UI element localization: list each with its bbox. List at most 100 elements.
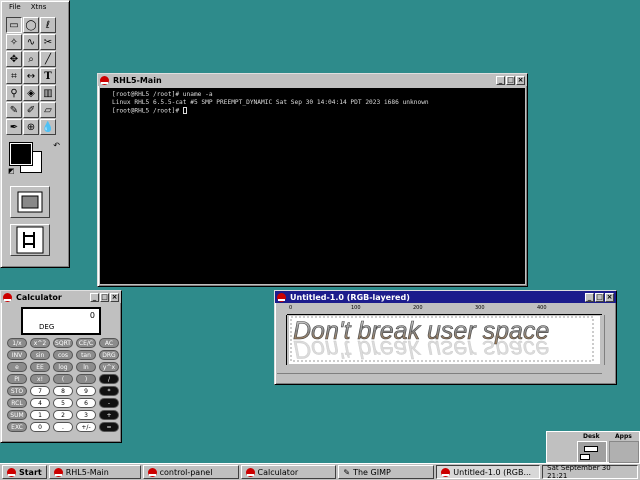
calc-key[interactable]: y^x bbox=[99, 362, 119, 372]
horizontal-ruler[interactable]: 0 100 200 300 400 bbox=[287, 305, 602, 315]
scissors-icon[interactable]: ✂ bbox=[40, 34, 56, 50]
calc-key[interactable]: sin bbox=[30, 350, 50, 360]
close-icon[interactable]: × bbox=[110, 292, 119, 302]
calc-key[interactable]: / bbox=[99, 374, 119, 384]
calc-key[interactable]: e bbox=[7, 362, 27, 372]
maximize-icon[interactable]: □ bbox=[595, 292, 604, 302]
redhat-menu-icon[interactable] bbox=[3, 292, 12, 302]
blend-icon[interactable]: ▥ bbox=[40, 85, 56, 101]
move-icon[interactable]: ✥ bbox=[6, 51, 22, 67]
paintbrush-icon[interactable]: ✐ bbox=[23, 102, 39, 118]
swap-colors-icon[interactable]: ↶ bbox=[53, 141, 60, 150]
vertical-ruler[interactable] bbox=[277, 315, 287, 365]
convolve-icon[interactable]: 💧 bbox=[40, 119, 56, 135]
maximize-icon[interactable]: □ bbox=[506, 75, 515, 85]
calc-key[interactable]: 1/x bbox=[7, 338, 27, 348]
maximize-icon[interactable]: □ bbox=[100, 292, 109, 302]
calc-key[interactable]: 1 bbox=[30, 410, 50, 420]
calc-key[interactable]: . bbox=[53, 422, 73, 432]
clone-icon[interactable]: ⊕ bbox=[23, 119, 39, 135]
calc-key[interactable]: ln bbox=[76, 362, 96, 372]
eraser-icon[interactable]: ▱ bbox=[40, 102, 56, 118]
reset-colors-icon[interactable]: ◩ bbox=[8, 167, 15, 175]
terminal-titlebar[interactable]: RHL5-Main _ □ × bbox=[98, 74, 527, 86]
task-untitled-image[interactable]: Untitled-1.0 (RGB... bbox=[436, 465, 541, 479]
menu-file[interactable]: File bbox=[9, 3, 21, 13]
pager-tab-desk[interactable]: Desk bbox=[583, 433, 600, 440]
calc-key[interactable]: log bbox=[53, 362, 73, 372]
calc-key[interactable]: 5 bbox=[53, 398, 73, 408]
terminal-output[interactable]: [root@RHL5 /root]# uname -a Linux RHL5 6.… bbox=[100, 88, 525, 284]
close-icon[interactable]: × bbox=[605, 292, 614, 302]
calc-key[interactable]: DRG bbox=[99, 350, 119, 360]
airbrush-icon[interactable]: ✒ bbox=[6, 119, 22, 135]
calc-key[interactable]: EE bbox=[30, 362, 50, 372]
calc-key[interactable]: CE/C bbox=[76, 338, 96, 348]
toolbox-menubar: File Xtns bbox=[1, 1, 69, 15]
redhat-menu-icon[interactable] bbox=[277, 292, 286, 302]
menu-xtns[interactable]: Xtns bbox=[31, 3, 47, 13]
calc-key[interactable]: 0 bbox=[30, 422, 50, 432]
calc-key[interactable]: x^2 bbox=[30, 338, 50, 348]
calc-key[interactable]: INV bbox=[7, 350, 27, 360]
calc-key[interactable]: + bbox=[99, 410, 119, 420]
pencil-line-icon[interactable]: ╱ bbox=[40, 51, 56, 67]
task-control-panel[interactable]: control-panel bbox=[142, 465, 239, 479]
bucket-fill-icon[interactable]: ◈ bbox=[23, 85, 39, 101]
image-titlebar[interactable]: Untitled-1.0 (RGB-layered) _ □ × bbox=[275, 291, 616, 303]
minimize-icon[interactable]: _ bbox=[585, 292, 594, 302]
bezier-icon[interactable]: ∿ bbox=[23, 34, 39, 50]
image-horizontal-scrollbar[interactable] bbox=[277, 373, 602, 381]
calc-key[interactable]: cos bbox=[53, 350, 73, 360]
desktop-network-icon[interactable] bbox=[10, 224, 50, 256]
calc-key[interactable]: EXC bbox=[7, 422, 27, 432]
pencil-icon[interactable]: ✎ bbox=[6, 102, 22, 118]
calc-key[interactable]: = bbox=[99, 422, 119, 432]
magnify-icon[interactable]: ⌕ bbox=[23, 51, 39, 67]
calculator-titlebar[interactable]: Calculator _ □ × bbox=[1, 291, 121, 303]
rect-select-icon[interactable]: ▭ bbox=[6, 17, 22, 33]
image-vertical-scrollbar[interactable] bbox=[604, 315, 614, 365]
calc-key[interactable]: tan bbox=[76, 350, 96, 360]
calc-key[interactable]: PI bbox=[7, 374, 27, 384]
ellipse-select-icon[interactable]: ◯ bbox=[23, 17, 39, 33]
calc-key[interactable]: STO bbox=[7, 386, 27, 396]
calc-key[interactable]: 9 bbox=[76, 386, 96, 396]
magic-wand-icon[interactable]: ✧ bbox=[6, 34, 22, 50]
calc-key[interactable]: SQRT bbox=[53, 338, 73, 348]
start-button[interactable]: Start bbox=[2, 465, 47, 479]
calc-key[interactable]: SUM bbox=[7, 410, 27, 420]
calc-key[interactable]: 7 bbox=[30, 386, 50, 396]
calc-key[interactable]: ) bbox=[76, 374, 96, 384]
calc-key[interactable]: 4 bbox=[30, 398, 50, 408]
task-rhl5-main[interactable]: RHL5-Main bbox=[48, 465, 141, 479]
flip-icon[interactable]: ↔ bbox=[23, 68, 39, 84]
calc-key[interactable]: 2 bbox=[53, 410, 73, 420]
calc-key[interactable]: AC bbox=[99, 338, 119, 348]
calc-key[interactable]: x! bbox=[30, 374, 50, 384]
calc-key[interactable]: RCL bbox=[7, 398, 27, 408]
pager-desk-1[interactable] bbox=[577, 441, 607, 463]
lasso-icon[interactable]: ℓ bbox=[40, 17, 56, 33]
desktop-app-icon[interactable] bbox=[10, 186, 50, 218]
crop-icon[interactable]: ⌗ bbox=[6, 68, 22, 84]
redhat-menu-icon[interactable] bbox=[100, 75, 109, 85]
pager-desk-2[interactable] bbox=[609, 441, 639, 463]
minimize-icon[interactable]: _ bbox=[496, 75, 505, 85]
minimize-icon[interactable]: _ bbox=[90, 292, 99, 302]
color-picker-icon[interactable]: ⚲ bbox=[6, 85, 22, 101]
task-gimp[interactable]: ✎ The GIMP bbox=[338, 465, 435, 479]
calc-key[interactable]: - bbox=[99, 398, 119, 408]
calc-key[interactable]: 6 bbox=[76, 398, 96, 408]
calc-key[interactable]: 3 bbox=[76, 410, 96, 420]
text-icon[interactable]: T bbox=[40, 68, 56, 84]
task-calculator[interactable]: Calculator bbox=[240, 465, 337, 479]
pager-tab-apps[interactable]: Apps bbox=[615, 433, 632, 440]
calc-key[interactable]: * bbox=[99, 386, 119, 396]
foreground-color[interactable] bbox=[9, 142, 33, 166]
image-canvas[interactable]: Don't break user space Don't break user … bbox=[289, 316, 600, 364]
calc-key[interactable]: ( bbox=[53, 374, 73, 384]
close-icon[interactable]: × bbox=[516, 75, 525, 85]
calc-key[interactable]: 8 bbox=[53, 386, 73, 396]
calc-key[interactable]: +/- bbox=[76, 422, 96, 432]
